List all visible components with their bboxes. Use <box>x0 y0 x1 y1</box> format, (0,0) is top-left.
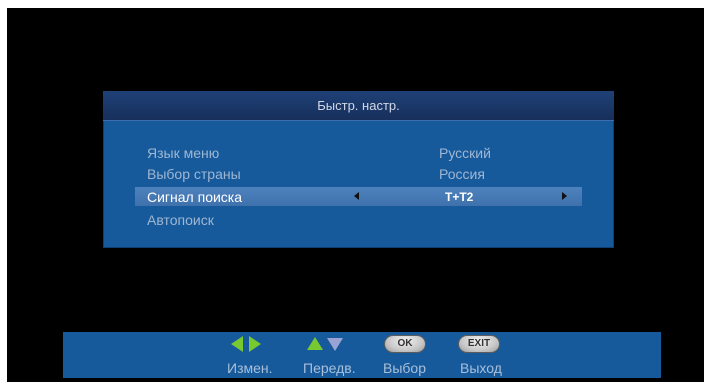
help-label: Передв. <box>303 360 356 376</box>
menu-row-value: Русский <box>439 145 491 161</box>
menu-row-label: Сигнал поиска <box>147 189 243 205</box>
tv-screen: Быстр. настр. Язык меню Русский Выбор ст… <box>7 8 704 382</box>
down-arrow-icon <box>327 338 343 351</box>
menu-header: Быстр. настр. <box>103 91 614 121</box>
menu-row-label: Выбор страны <box>147 166 241 182</box>
help-label: Выбор <box>383 360 426 376</box>
right-arrow-icon <box>249 336 261 352</box>
help-item-move: Передв. <box>297 332 367 378</box>
menu-row-language[interactable]: Язык меню Русский <box>135 143 582 162</box>
help-item-change: Измен. <box>227 332 287 378</box>
help-label: Выход <box>460 360 502 376</box>
menu-row-value: T+T2 <box>445 190 474 204</box>
menu-row-label: Язык меню <box>147 145 220 161</box>
exit-key-icon: EXIT <box>459 336 499 352</box>
menu-row-autosearch[interactable]: Автопоиск <box>135 210 582 229</box>
help-bar: Измен. Передв. OK Выбор EXIT Выход <box>63 332 661 378</box>
help-item-exit: EXIT Выход <box>447 332 507 378</box>
quick-setup-menu: Быстр. настр. Язык меню Русский Выбор ст… <box>103 91 614 248</box>
menu-row-label: Автопоиск <box>147 212 214 228</box>
help-label: Измен. <box>227 360 273 376</box>
up-arrow-icon <box>307 337 323 350</box>
menu-title: Быстр. настр. <box>317 98 400 113</box>
left-arrow-icon <box>231 336 243 352</box>
menu-row-value: Россия <box>439 166 485 182</box>
menu-row-country[interactable]: Выбор страны Россия <box>135 164 582 183</box>
value-left-arrow-icon[interactable] <box>354 192 359 200</box>
help-item-select: OK Выбор <box>375 332 435 378</box>
ok-key-icon: OK <box>385 336 425 352</box>
menu-row-search-signal[interactable]: Сигнал поиска T+T2 <box>135 187 582 206</box>
value-right-arrow-icon[interactable] <box>562 192 567 200</box>
